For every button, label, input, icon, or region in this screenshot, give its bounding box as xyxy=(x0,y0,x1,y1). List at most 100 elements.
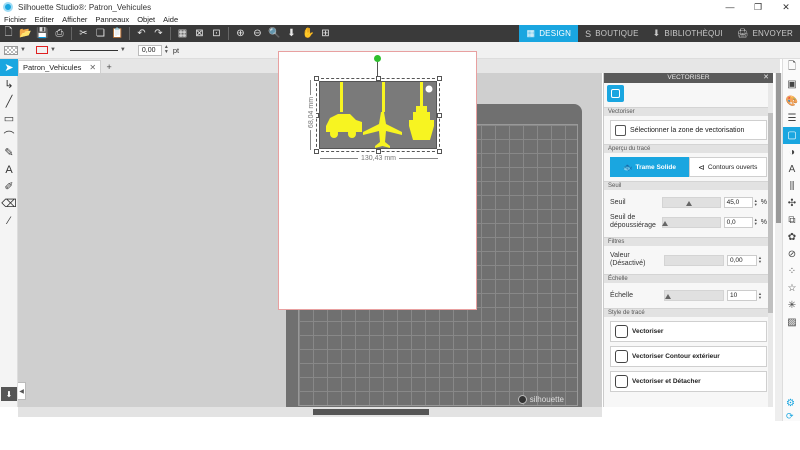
spinner-icon[interactable]: ▲ ▼ xyxy=(758,256,762,264)
tab-boutique[interactable]: S BOUTIQUE xyxy=(578,25,646,42)
horizontal-scrollbar[interactable] xyxy=(18,407,602,417)
close-icon[interactable]: ✕ xyxy=(89,63,96,72)
line-style-icon[interactable]: ☰ xyxy=(783,110,800,127)
trace-panel-icon[interactable] xyxy=(607,85,624,102)
echelle-slider[interactable] xyxy=(664,290,724,301)
sketch-icon[interactable]: ✳ xyxy=(783,297,800,314)
text-tool-icon[interactable]: A xyxy=(0,161,18,178)
depoussierage-slider-knob[interactable] xyxy=(662,220,669,226)
paste-icon[interactable]: 📋 xyxy=(111,27,124,40)
menu-panneaux[interactable]: Panneaux xyxy=(91,15,133,24)
tab-bibliotheque[interactable]: ⬇ BIBLIOTHÈQUI xyxy=(646,25,730,42)
vectoriser-detacher-button[interactable]: Vectoriser et Détacher xyxy=(610,371,767,392)
polygon-tool-icon[interactable]: ⌒ xyxy=(0,127,18,144)
copy-icon[interactable]: ❏ xyxy=(94,27,107,40)
rotation-handle[interactable] xyxy=(374,55,381,62)
resize-handle[interactable] xyxy=(437,76,442,81)
pan-hand-icon[interactable]: ✋ xyxy=(302,27,315,40)
hatch-icon[interactable]: ▨ xyxy=(783,314,800,331)
pixscan-icon[interactable]: ▣ xyxy=(783,76,800,93)
menu-aide[interactable]: Aide xyxy=(159,15,182,24)
page-setup-icon[interactable]: 🗋 xyxy=(783,59,800,76)
pencil-tool-icon[interactable]: ✎ xyxy=(0,144,18,161)
align-icon[interactable]: ⫼ xyxy=(783,178,800,195)
fill-palette-icon[interactable]: 🎨 xyxy=(783,93,800,110)
echelle-input[interactable]: 10 xyxy=(727,290,757,301)
seuil-slider-knob[interactable] xyxy=(685,201,692,206)
zoom-in-icon[interactable]: ⊕ xyxy=(234,27,247,40)
chevron-down-icon[interactable]: ▼ xyxy=(120,47,126,53)
valeur-input[interactable]: 0,00 xyxy=(727,254,757,266)
cut-icon[interactable]: ✂ xyxy=(77,27,90,40)
download-store-icon[interactable]: ⬇ xyxy=(1,387,17,401)
zoom-out-icon[interactable]: ⊖ xyxy=(251,27,264,40)
cloud-sync-icon[interactable]: ⟳ xyxy=(786,411,794,422)
ungroup-icon[interactable]: ⊠ xyxy=(193,27,206,40)
chevron-down-icon[interactable]: ▼ xyxy=(20,47,26,53)
select-trace-area-button[interactable]: Sélectionner la zone de vectorisation xyxy=(610,120,767,140)
open-icon[interactable]: 📂 xyxy=(19,27,32,40)
menu-objet[interactable]: Objet xyxy=(133,15,159,24)
point-edit-icon[interactable]: ↳ xyxy=(0,76,18,93)
gear-icon[interactable]: ⚙ xyxy=(786,398,795,409)
add-tab-button[interactable]: + xyxy=(103,60,115,73)
replicate-icon[interactable]: ⧉ xyxy=(783,212,800,229)
fit-page-icon[interactable]: ⊞ xyxy=(319,27,332,40)
line-style-preview[interactable] xyxy=(69,49,118,51)
panel-scrollbar[interactable] xyxy=(768,83,773,407)
chevron-down-icon[interactable]: ▼ xyxy=(50,47,56,53)
line-width-input[interactable]: 0,00 xyxy=(137,44,162,56)
rail-scroll-thumb[interactable] xyxy=(776,73,781,223)
transform-icon[interactable]: ✣ xyxy=(783,195,800,212)
depoussierage-slider[interactable] xyxy=(662,216,721,228)
trame-solide-button[interactable]: 🐟 Trame Solide xyxy=(610,157,689,177)
depoussierage-input[interactable]: 0,0 xyxy=(723,216,753,228)
contours-ouverts-button[interactable]: ⊲ Contours ouverts xyxy=(688,157,767,177)
eraser-tool-icon[interactable]: ⌫ xyxy=(0,195,18,212)
menu-editer[interactable]: Editer xyxy=(31,15,59,24)
tab-envoyer[interactable]: 🖨 ENVOYER xyxy=(730,25,800,42)
dots-icon[interactable]: ⁘ xyxy=(783,263,800,280)
release-icon[interactable]: ⊡ xyxy=(210,27,223,40)
resize-handle[interactable] xyxy=(376,76,381,81)
spinner-icon[interactable]: ▲ ▼ xyxy=(164,45,169,55)
text-style-icon[interactable]: A xyxy=(783,161,800,178)
spinner-icon[interactable]: ▲ ▼ xyxy=(758,291,762,300)
zoom-fit-icon[interactable]: 🔍 xyxy=(268,27,281,40)
collapse-library-button[interactable]: ◀ xyxy=(18,382,26,400)
menu-afficher[interactable]: Afficher xyxy=(58,15,91,24)
knife-tool-icon[interactable]: ⁄ xyxy=(0,212,18,229)
new-file-icon[interactable]: 🗋 xyxy=(2,27,15,40)
redo-icon[interactable]: ↷ xyxy=(152,27,165,40)
offset-icon[interactable]: ⊘ xyxy=(783,246,800,263)
spinner-icon[interactable]: ▲ ▼ xyxy=(754,198,758,207)
line-tool-icon[interactable]: ╱ xyxy=(0,93,18,110)
print-icon[interactable]: ⎙ xyxy=(53,27,66,40)
save-icon[interactable]: 💾 xyxy=(36,27,49,40)
maximize-button[interactable]: ❐ xyxy=(744,0,772,14)
echelle-slider-knob[interactable] xyxy=(665,294,671,299)
select-arrow-icon[interactable]: ➤ xyxy=(0,59,18,76)
fill-color-swatch[interactable] xyxy=(4,45,18,55)
rectangle-tool-icon[interactable]: ▭ xyxy=(0,110,18,127)
line-color-swatch[interactable] xyxy=(35,46,48,54)
panel-scroll-thumb[interactable] xyxy=(768,113,773,313)
rail-scrollbar[interactable] xyxy=(775,73,782,421)
star-icon[interactable]: ☆ xyxy=(783,280,800,297)
close-window-button[interactable]: ✕ xyxy=(772,0,800,14)
group-icon[interactable]: ▦ xyxy=(176,27,189,40)
seuil-input[interactable]: 45,0 xyxy=(723,197,753,208)
spinner-icon[interactable]: ▲ ▼ xyxy=(754,218,758,226)
tab-design[interactable]: ▦ DESIGN xyxy=(519,25,579,42)
document-tab[interactable]: Patron_Vehicules ✕ xyxy=(18,60,102,73)
vectoriser-contour-button[interactable]: Vectoriser Contour extérieur xyxy=(610,346,767,367)
vectoriser-button[interactable]: Vectoriser xyxy=(610,321,767,342)
move-down-icon[interactable]: ⬇ xyxy=(285,27,298,40)
undo-icon[interactable]: ↶ xyxy=(135,27,148,40)
brush-tool-icon[interactable]: ✐ xyxy=(0,178,18,195)
valeur-slider[interactable] xyxy=(664,254,724,266)
trace-icon[interactable]: ▢ xyxy=(783,127,800,144)
seuil-slider[interactable] xyxy=(662,197,721,208)
contrast-icon[interactable]: ◑ xyxy=(783,144,800,161)
horizontal-scroll-thumb[interactable] xyxy=(313,409,429,415)
